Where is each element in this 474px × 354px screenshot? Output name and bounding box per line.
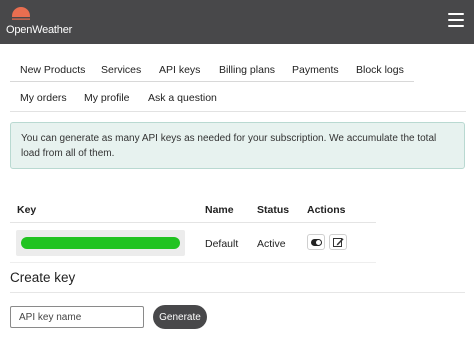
account-nav: New Products Services API keys Billing p… (10, 54, 466, 112)
column-header-status: Status (257, 204, 290, 216)
tab-new-products[interactable]: New Products (10, 54, 96, 82)
logo-text: OpenWeather (6, 24, 73, 36)
api-key-highlight (21, 237, 180, 249)
toggle-key-button[interactable] (307, 234, 325, 250)
tab-payments[interactable]: Payments (282, 54, 349, 82)
toggle-icon (311, 239, 322, 246)
info-alert: You can generate as many API keys as nee… (10, 122, 465, 169)
tab-billing-plans[interactable]: Billing plans (209, 54, 286, 82)
table-row-divider (10, 262, 376, 263)
api-key-name-input[interactable] (10, 306, 144, 328)
key-status-cell: Active (257, 238, 286, 250)
openweather-logo[interactable]: OpenWeather (6, 6, 76, 38)
key-name-cell: Default (205, 238, 239, 250)
tab-my-profile[interactable]: My profile (74, 82, 140, 110)
sun-logo-icon (11, 7, 31, 26)
create-key-heading: Create key (10, 270, 76, 285)
hamburger-menu-icon[interactable] (448, 13, 464, 27)
generate-button[interactable]: Generate (153, 305, 207, 329)
column-header-actions: Actions (307, 204, 346, 216)
tab-my-orders[interactable]: My orders (10, 82, 77, 110)
table-header-divider (10, 222, 376, 223)
column-header-key: Key (17, 204, 37, 216)
edit-icon (333, 238, 344, 247)
create-key-divider (10, 292, 465, 293)
column-header-name: Name (205, 204, 234, 216)
tab-ask-a-question[interactable]: Ask a question (138, 82, 227, 110)
top-header: OpenWeather (0, 0, 474, 44)
tab-api-keys[interactable]: API keys (149, 54, 211, 82)
tab-block-logs[interactable]: Block logs (346, 54, 414, 82)
tab-services[interactable]: Services (91, 54, 152, 82)
api-key-value[interactable] (16, 230, 185, 256)
edit-key-button[interactable] (329, 234, 347, 250)
